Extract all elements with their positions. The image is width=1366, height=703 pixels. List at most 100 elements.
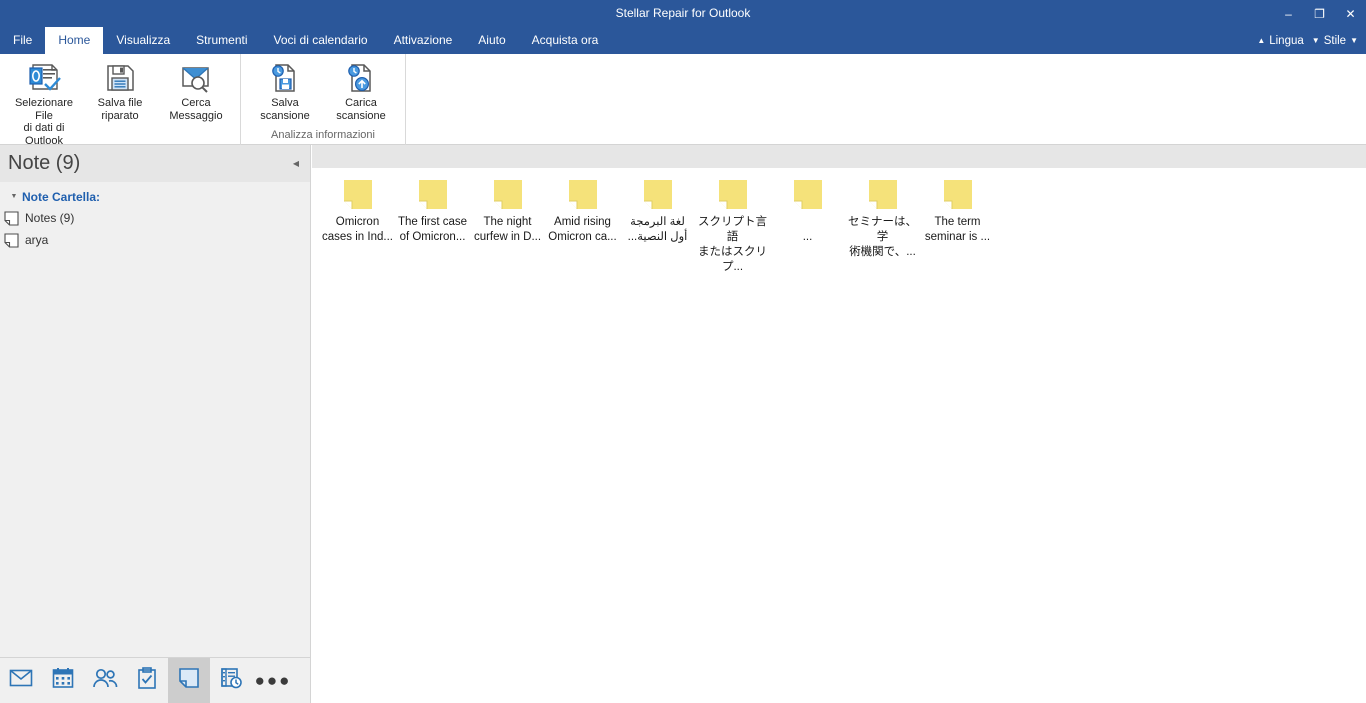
note-icon (178, 667, 200, 694)
select-outlook-data-file-icon (26, 61, 62, 95)
window-controls: – ❐ ✕ (1273, 0, 1366, 27)
collapse-left-icon[interactable]: ◀ (288, 156, 304, 172)
notes-content-area: Omicron cases in Ind... The first case o… (312, 168, 1366, 703)
save-scan-button[interactable]: Salva scansione (247, 58, 323, 122)
tab-aiuto[interactable]: Aiuto (465, 27, 518, 54)
nav-tasks[interactable] (126, 658, 168, 703)
tab-file[interactable]: File (0, 27, 45, 54)
tab-strumenti[interactable]: Strumenti (183, 27, 260, 54)
style-selector[interactable]: ▼ Stile ▼ (1310, 35, 1360, 47)
ribbon: Selezionare File di dati di Outlook Salv… (0, 54, 1366, 159)
note-icon (716, 176, 750, 214)
tab-voci-di-calendario[interactable]: Voci di calendario (261, 27, 381, 54)
sidebar-item-arya[interactable]: arya (0, 229, 310, 251)
minimize-button[interactable]: – (1273, 0, 1304, 27)
chevron-down-icon: ▼ (1350, 35, 1358, 45)
sidebar-title: Note (9) (8, 152, 81, 174)
note-icon (4, 232, 19, 248)
people-icon (92, 668, 118, 693)
note-icon (491, 176, 525, 214)
select-outlook-data-file-label: Selezionare File di dati di Outlook (14, 97, 74, 147)
tab-home[interactable]: Home (45, 27, 104, 54)
note-icon (866, 176, 900, 214)
content-header-strip (312, 145, 1366, 168)
note-icon (4, 210, 19, 226)
nav-journal[interactable] (210, 658, 252, 703)
nav-notes[interactable] (168, 657, 210, 703)
note-item[interactable]: ... (770, 172, 845, 275)
sidebar-header: Note (9) ◀ (0, 145, 310, 182)
folder-tree-header[interactable]: ▼ Note Cartella: (0, 186, 310, 207)
style-label: Stile (1323, 34, 1347, 47)
folder-tree-header-label: Note Cartella: (22, 189, 101, 204)
nav-calendar[interactable] (42, 658, 84, 703)
note-item[interactable]: The night curfew in D... (470, 172, 545, 275)
notes-grid: Omicron cases in Ind... The first case o… (312, 168, 1366, 275)
note-item-label: セミナーは、学 術機関で、... (848, 216, 917, 258)
sidebar-item-notes[interactable]: Notes (9) (0, 207, 310, 229)
tab-attivazione[interactable]: Attivazione (381, 27, 466, 54)
note-item[interactable]: スクリプト言語 またはスクリプ... (695, 172, 770, 275)
note-icon (416, 176, 450, 214)
note-icon (341, 176, 375, 214)
more-ellipsis-icon: ●●● (254, 670, 292, 690)
find-message-label: Cerca Messaggio (169, 97, 223, 122)
note-item[interactable]: لغة البرمجة أول النصية... (620, 172, 695, 275)
nav-mail[interactable] (0, 658, 42, 703)
find-message-button[interactable]: Cerca Messaggio (158, 58, 234, 122)
note-item-label: The night curfew in D... (473, 216, 542, 243)
menu-tabs: File Home Visualizza Strumenti Voci di c… (0, 27, 611, 54)
ribbon-groups: Selezionare File di dati di Outlook Salv… (0, 54, 1366, 159)
mail-icon (9, 668, 33, 693)
load-scan-label: Carica scansione (336, 97, 386, 122)
application-window: Stellar Repair for Outlook – ❐ ✕ File Ho… (0, 0, 1366, 703)
tasks-clipboard-icon (137, 667, 157, 694)
sidebar: Note (9) ◀ ▼ Note Cartella: Notes (9) ar… (0, 145, 311, 657)
find-message-icon (179, 61, 213, 95)
journal-clock-icon (220, 667, 242, 694)
note-icon (941, 176, 975, 214)
note-item-label: Omicron cases in Ind... (322, 216, 393, 243)
note-item-label: Amid rising Omicron ca... (548, 216, 617, 243)
nav-more[interactable]: ●●● (252, 658, 294, 703)
select-outlook-data-file-button[interactable]: Selezionare File di dati di Outlook (6, 58, 82, 147)
language-selector[interactable]: ▲ Lingua (1255, 35, 1305, 47)
window-title: Stellar Repair for Outlook (615, 6, 751, 20)
chevron-down-icon-style-left: ▼ (1311, 35, 1320, 45)
ribbon-group-home-items: Selezionare File di dati di Outlook Salv… (0, 54, 240, 147)
note-item[interactable]: The first case of Omicron... (395, 172, 470, 275)
nav-contacts[interactable] (84, 658, 126, 703)
chevron-expanded-icon: ▼ (10, 193, 18, 200)
note-item[interactable]: Omicron cases in Ind... (320, 172, 395, 275)
chevron-up-icon: ▲ (1257, 35, 1266, 45)
title-bar: Stellar Repair for Outlook – ❐ ✕ (0, 0, 1366, 27)
module-navigation-bar: ●●● (0, 657, 311, 703)
sidebar-item-arya-label: arya (25, 233, 49, 247)
close-button[interactable]: ✕ (1335, 0, 1366, 27)
note-item-label: ... (802, 231, 813, 243)
note-item-label: The term seminar is ... (924, 216, 991, 243)
ribbon-group-analyze-items: Salva scansione Carica scansione (241, 54, 405, 122)
note-item-label: スクリプト言語 またはスクリプ... (698, 216, 767, 273)
note-icon (566, 176, 600, 214)
tab-acquista-ora[interactable]: Acquista ora (519, 27, 612, 54)
sidebar-item-notes-label: Notes (9) (25, 211, 75, 225)
save-repaired-file-label: Salva file riparato (97, 97, 143, 122)
load-scan-icon (346, 61, 376, 95)
calendar-icon (52, 667, 74, 694)
note-item[interactable]: セミナーは、学 術機関で、... (845, 172, 920, 275)
restore-button[interactable]: ❐ (1304, 0, 1335, 27)
tab-bar-right-controls: ▲ Lingua ▼ Stile ▼ (1255, 27, 1360, 54)
save-repaired-file-button[interactable]: Salva file riparato (82, 58, 158, 122)
ribbon-group-analyze: Salva scansione Carica scansione Analizz… (241, 54, 406, 145)
note-item[interactable]: The term seminar is ... (920, 172, 995, 275)
save-repaired-file-icon (104, 61, 136, 95)
menu-tab-bar: File Home Visualizza Strumenti Voci di c… (0, 27, 1366, 54)
note-icon (641, 176, 675, 214)
note-item[interactable]: Amid rising Omicron ca... (545, 172, 620, 275)
folder-tree: ▼ Note Cartella: Notes (9) arya (0, 182, 310, 251)
load-scan-button[interactable]: Carica scansione (323, 58, 399, 122)
save-scan-icon (270, 61, 300, 95)
tab-visualizza[interactable]: Visualizza (103, 27, 183, 54)
note-item-label: لغة البرمجة أول النصية... (627, 216, 688, 243)
